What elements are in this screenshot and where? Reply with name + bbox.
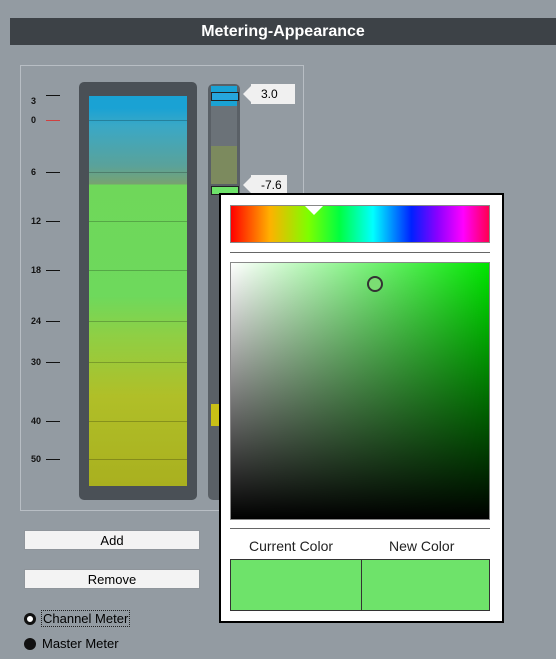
scale-label-6: 6 [31,167,37,177]
meter-gridline [89,172,187,173]
scale-tick [46,221,60,222]
meter-gridline [89,362,187,363]
scale-label-50: 50 [31,454,42,464]
current-color-swatch[interactable] [230,559,362,611]
slider-segment [211,106,237,146]
scale-tick [46,270,60,271]
meter-gridline [89,459,187,460]
current-color-label: Current Color [249,538,334,554]
slider-segment [211,146,237,184]
scale-tick [46,95,60,96]
scale-label-12: 12 [31,216,42,226]
channel-meter-label: Channel Meter [40,610,131,627]
radio-unselected-icon[interactable] [24,612,36,625]
hue-marker-icon[interactable] [305,206,323,215]
meter-gridline [89,270,187,271]
scale-tick [46,321,60,322]
meter-gridline [89,421,187,422]
new-color-swatch[interactable] [361,559,490,611]
scale-label-3: 3 [31,96,37,106]
scale-label-0: 0 [31,115,37,125]
scale-label-24: 24 [31,316,42,326]
color-handle-top[interactable] [211,92,239,101]
master-meter-label: Master Meter [42,636,119,651]
scale-label-18: 18 [31,265,42,275]
hue-slider[interactable] [230,205,490,243]
saturation-value-area[interactable] [230,262,490,520]
scale-label-30: 30 [31,357,42,367]
meter-gridline [89,321,187,322]
scale-tick [46,421,60,422]
master-meter-option[interactable]: Master Meter [22,636,119,651]
radio-selected-icon[interactable] [24,637,36,650]
remove-button[interactable]: Remove [24,569,200,589]
scale-label-40: 40 [31,416,42,426]
scale-tick [46,362,60,363]
level-meter[interactable] [89,96,187,486]
value-tag-top[interactable]: 3.0 [243,84,295,104]
divider [230,528,490,529]
new-color-label: New Color [389,538,455,554]
meter-gridline [89,221,187,222]
divider [230,252,490,253]
window-title: Metering-Appearance [10,18,556,45]
scale-tick-zero [46,120,60,121]
color-picker-handle[interactable] [367,276,383,292]
scale-tick [46,459,60,460]
add-button[interactable]: Add [24,530,200,550]
meter-gridline [89,120,187,121]
scale-tick [46,172,60,173]
value-tag-selected[interactable]: -7.6 [243,175,287,195]
channel-meter-option[interactable]: Channel Meter [22,610,131,627]
